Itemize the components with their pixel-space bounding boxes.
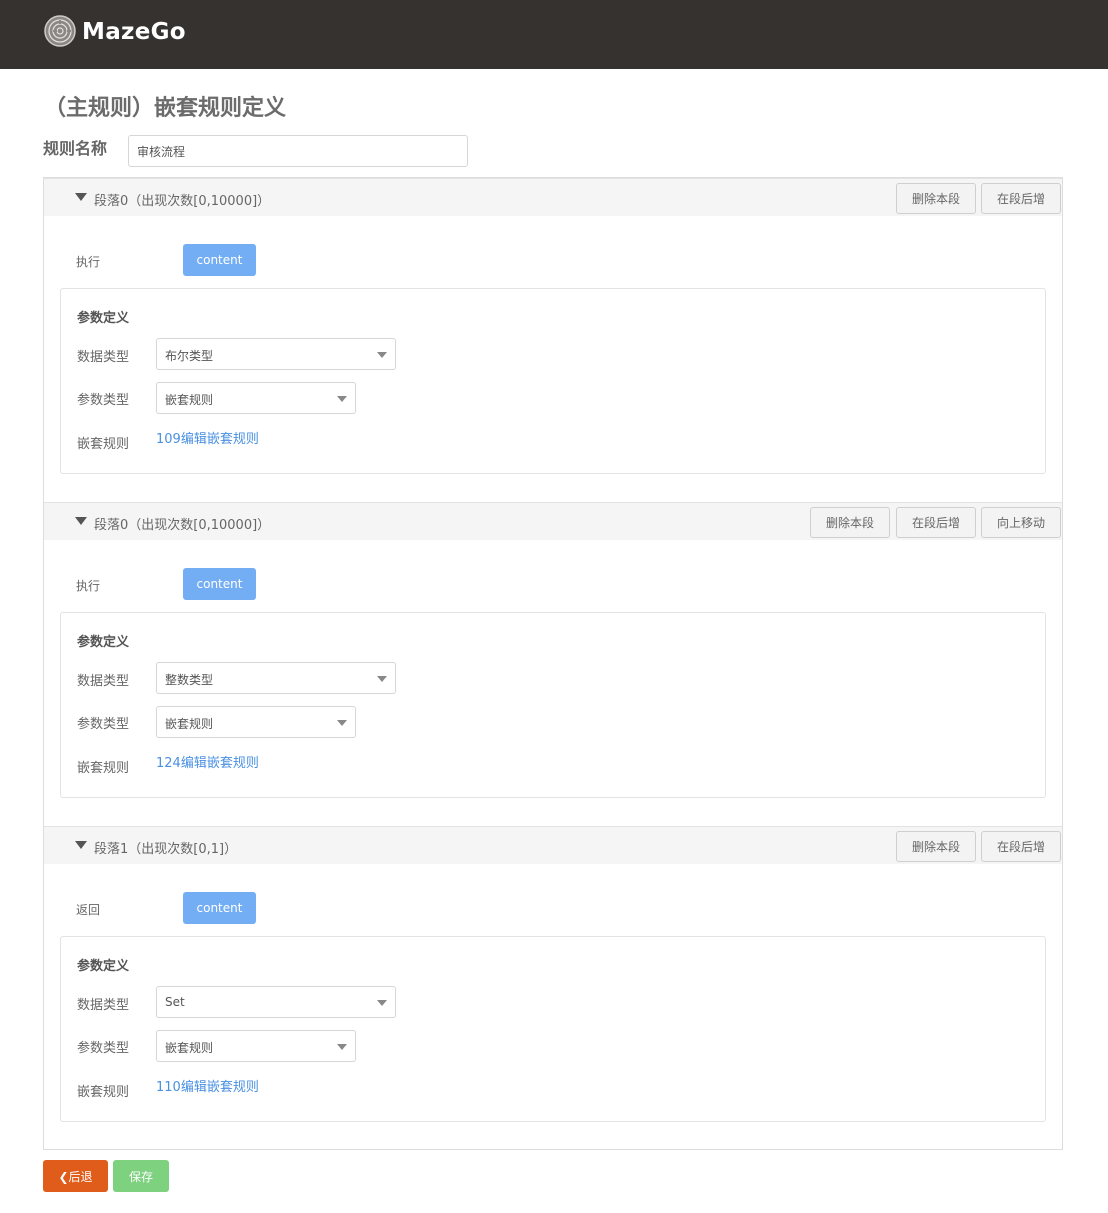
add-after-button[interactable]: 在段后增 <box>896 507 976 538</box>
content-button[interactable]: content <box>183 568 256 600</box>
segment-header[interactable]: 段落1（出现次数[0,1]） 删除本段 在段后增 <box>44 826 1062 864</box>
param-definition-title: 参数定义 <box>77 635 130 650</box>
nested-rule-label: 嵌套规则 <box>77 1085 130 1100</box>
action-label: 执行 <box>76 579 101 593</box>
maze-logo-icon[interactable] <box>44 15 76 47</box>
data-type-value: 布尔类型 <box>165 349 214 363</box>
param-type-value: 嵌套规则 <box>165 717 214 731</box>
param-type-label: 参数类型 <box>77 717 130 732</box>
data-type-label: 数据类型 <box>77 350 130 365</box>
nested-rule-label: 嵌套规则 <box>77 761 130 776</box>
back-button[interactable]: ❮后退 <box>43 1160 108 1192</box>
data-type-label: 数据类型 <box>77 674 130 689</box>
chevron-left-icon: ❮ <box>58 1169 69 1184</box>
rule-name-label: 规则名称 <box>43 139 108 158</box>
delete-segment-button[interactable]: 删除本段 <box>896 831 976 862</box>
data-type-select[interactable]: Set <box>156 986 396 1018</box>
edit-nested-rule-link[interactable]: 124编辑嵌套规则 <box>156 752 259 771</box>
data-type-select[interactable]: 整数类型 <box>156 662 396 694</box>
data-type-value: 整数类型 <box>165 673 214 687</box>
param-type-label: 参数类型 <box>77 1041 130 1056</box>
param-type-select[interactable]: 嵌套规则 <box>156 1030 356 1062</box>
param-definition-title: 参数定义 <box>77 959 130 974</box>
content-button[interactable]: content <box>183 892 256 924</box>
param-type-label: 参数类型 <box>77 393 130 408</box>
data-type-value: Set <box>165 995 185 1009</box>
segment-header[interactable]: 段落0（出现次数[0,10000]） 删除本段 在段后增 向上移动 <box>44 502 1062 540</box>
move-up-button[interactable]: 向上移动 <box>981 507 1061 538</box>
param-type-value: 嵌套规则 <box>165 393 214 407</box>
content-button[interactable]: content <box>183 244 256 276</box>
chevron-down-icon <box>337 720 347 726</box>
add-after-button[interactable]: 在段后增 <box>981 183 1061 214</box>
data-type-select[interactable]: 布尔类型 <box>156 338 396 370</box>
page-title: （主规则）嵌套规则定义 <box>44 96 287 121</box>
nested-rule-label: 嵌套规则 <box>77 437 130 452</box>
chevron-down-icon <box>337 1044 347 1050</box>
add-after-button[interactable]: 在段后增 <box>981 831 1061 862</box>
segment-title: 段落0（出现次数[0,10000]） <box>94 518 271 533</box>
back-button-label: 后退 <box>68 1169 93 1184</box>
chevron-down-icon <box>377 352 387 358</box>
segment-title: 段落1（出现次数[0,1]） <box>94 842 238 857</box>
param-type-select[interactable]: 嵌套规则 <box>156 706 356 738</box>
collapse-triangle-icon[interactable] <box>75 841 87 849</box>
chevron-down-icon <box>377 1000 387 1006</box>
brand-name[interactable]: MazeGo <box>82 19 186 45</box>
delete-segment-button[interactable]: 删除本段 <box>896 183 976 214</box>
param-type-value: 嵌套规则 <box>165 1041 214 1055</box>
chevron-down-icon <box>337 396 347 402</box>
action-label: 执行 <box>76 255 101 269</box>
chevron-down-icon <box>377 676 387 682</box>
top-navbar: MazeGo <box>0 0 1108 69</box>
delete-segment-button[interactable]: 删除本段 <box>810 507 890 538</box>
param-type-select[interactable]: 嵌套规则 <box>156 382 356 414</box>
rule-name-input[interactable] <box>128 135 468 167</box>
collapse-triangle-icon[interactable] <box>75 517 87 525</box>
data-type-label: 数据类型 <box>77 998 130 1013</box>
param-definition-title: 参数定义 <box>77 311 130 326</box>
save-button[interactable]: 保存 <box>113 1160 169 1192</box>
segment-header[interactable]: 段落0（出现次数[0,10000]） 删除本段 在段后增 <box>44 178 1062 216</box>
action-label: 返回 <box>76 903 101 917</box>
segment-title: 段落0（出现次数[0,10000]） <box>94 194 271 209</box>
edit-nested-rule-link[interactable]: 110编辑嵌套规则 <box>156 1076 259 1095</box>
collapse-triangle-icon[interactable] <box>75 193 87 201</box>
edit-nested-rule-link[interactable]: 109编辑嵌套规则 <box>156 428 259 447</box>
